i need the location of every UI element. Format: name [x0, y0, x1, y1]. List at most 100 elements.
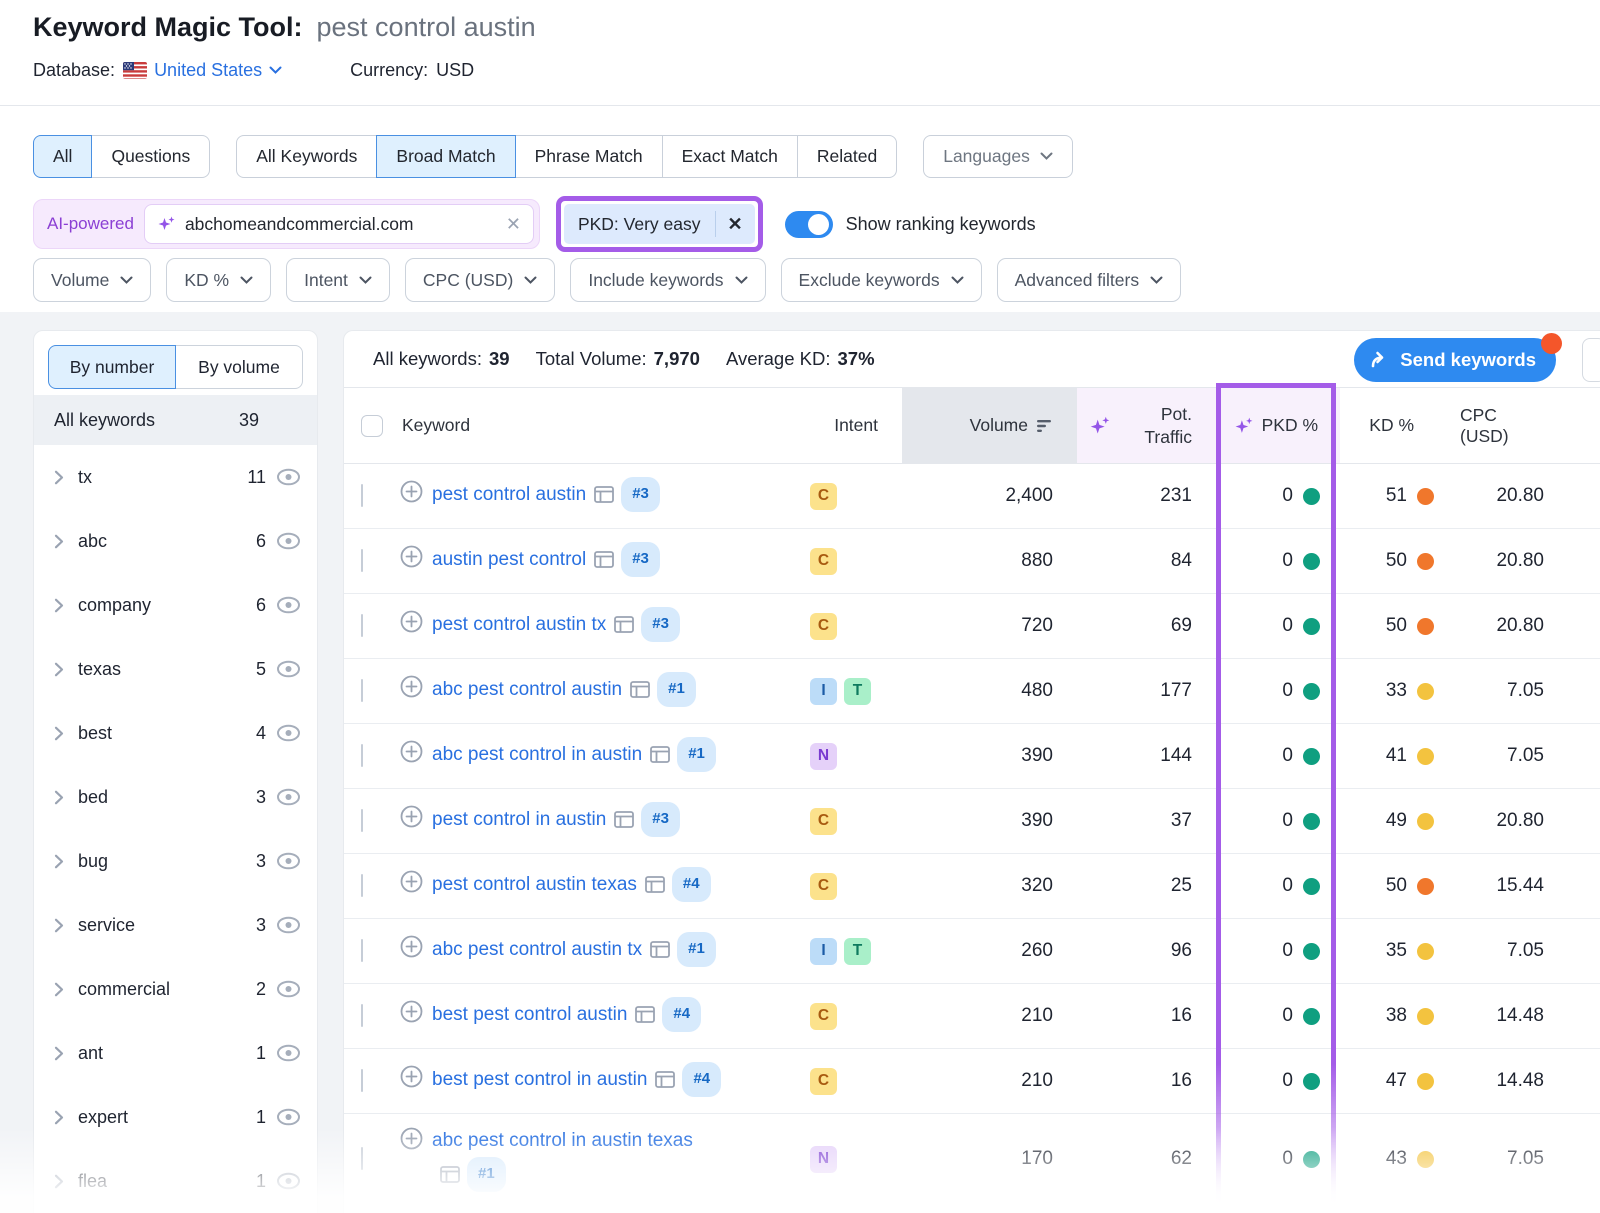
- eye-icon[interactable]: [276, 916, 301, 934]
- keyword-link[interactable]: pest control in austin: [432, 809, 606, 830]
- chevron-right-icon[interactable]: [54, 662, 64, 677]
- add-keyword-icon[interactable]: [400, 480, 423, 503]
- filter-include-keywords[interactable]: Include keywords: [570, 258, 765, 302]
- eye-icon[interactable]: [276, 724, 301, 742]
- ranking-position-badge[interactable]: #3: [641, 802, 680, 836]
- keyword-group-bug[interactable]: bug 3: [34, 829, 317, 893]
- add-keyword-icon[interactable]: [400, 935, 423, 958]
- show-ranking-keywords-toggle[interactable]: [785, 211, 833, 238]
- keyword-link[interactable]: best pest control in austin: [432, 1069, 647, 1090]
- serp-features-icon[interactable]: [635, 1001, 655, 1034]
- serp-features-icon[interactable]: [630, 676, 650, 709]
- domain-input[interactable]: abchomeandcommercial.com ✕: [144, 204, 534, 244]
- eye-icon[interactable]: [276, 788, 301, 806]
- keyword-group-commercial[interactable]: commercial 2: [34, 957, 317, 1021]
- send-keywords-button[interactable]: Send keywords: [1354, 338, 1556, 382]
- select-all-checkbox[interactable]: [361, 415, 383, 437]
- eye-icon[interactable]: [276, 980, 301, 998]
- ranking-position-badge[interactable]: #1: [467, 1157, 506, 1191]
- keyword-link[interactable]: abc pest control in austin texas: [432, 1130, 693, 1151]
- row-checkbox[interactable]: [361, 744, 363, 767]
- serp-features-icon[interactable]: [650, 936, 670, 969]
- column-header-pkd[interactable]: PKD %: [1222, 388, 1340, 463]
- column-header-cpc[interactable]: CPC (USD): [1460, 388, 1600, 463]
- chevron-right-icon[interactable]: [54, 854, 64, 869]
- keyword-group-flea[interactable]: flea 1: [34, 1149, 317, 1213]
- sort-by-volume-button[interactable]: By volume: [175, 345, 303, 389]
- filter-exclude-keywords[interactable]: Exclude keywords: [781, 258, 982, 302]
- row-checkbox[interactable]: [361, 874, 363, 897]
- keyword-group-ant[interactable]: ant 1: [34, 1021, 317, 1085]
- row-checkbox[interactable]: [361, 939, 363, 962]
- languages-dropdown[interactable]: Languages: [923, 135, 1073, 178]
- column-header-intent[interactable]: Intent: [802, 388, 902, 463]
- tab-related[interactable]: Related: [797, 135, 897, 178]
- eye-icon[interactable]: [276, 852, 301, 870]
- filter-intent[interactable]: Intent: [286, 258, 390, 302]
- eye-icon[interactable]: [276, 660, 301, 678]
- serp-features-icon[interactable]: [645, 871, 665, 904]
- serp-features-icon[interactable]: [655, 1066, 675, 1099]
- serp-features-icon[interactable]: [440, 1161, 460, 1194]
- add-keyword-icon[interactable]: [400, 610, 423, 633]
- keyword-group-best[interactable]: best 4: [34, 701, 317, 765]
- ranking-position-badge[interactable]: #3: [641, 607, 680, 641]
- eye-icon[interactable]: [276, 1044, 301, 1062]
- ranking-position-badge[interactable]: #3: [621, 542, 660, 576]
- more-actions-button[interactable]: [1582, 338, 1600, 382]
- add-keyword-icon[interactable]: [400, 805, 423, 828]
- ranking-position-badge[interactable]: #1: [677, 932, 716, 966]
- keyword-link[interactable]: abc pest control austin tx: [432, 939, 642, 960]
- keyword-link[interactable]: pest control austin texas: [432, 874, 637, 895]
- tab-broad-match[interactable]: Broad Match: [376, 135, 515, 178]
- chevron-right-icon[interactable]: [54, 534, 64, 549]
- filter-advanced-filters[interactable]: Advanced filters: [997, 258, 1182, 302]
- row-checkbox[interactable]: [361, 614, 363, 637]
- ranking-position-badge[interactable]: #4: [672, 867, 711, 901]
- add-keyword-icon[interactable]: [400, 545, 423, 568]
- eye-icon[interactable]: [276, 1108, 301, 1126]
- chevron-right-icon[interactable]: [54, 982, 64, 997]
- row-checkbox[interactable]: [361, 1147, 363, 1170]
- add-keyword-icon[interactable]: [400, 1065, 423, 1088]
- serp-features-icon[interactable]: [594, 481, 614, 514]
- chevron-right-icon[interactable]: [54, 1046, 64, 1061]
- serp-features-icon[interactable]: [594, 546, 614, 579]
- clear-domain-icon[interactable]: ✕: [506, 214, 521, 235]
- chevron-right-icon[interactable]: [54, 1110, 64, 1125]
- keyword-link[interactable]: pest control austin tx: [432, 614, 606, 635]
- keyword-link[interactable]: best pest control austin: [432, 1004, 627, 1025]
- chevron-right-icon[interactable]: [54, 1174, 64, 1189]
- remove-pkd-filter-icon[interactable]: ✕: [716, 214, 755, 235]
- add-keyword-icon[interactable]: [400, 1000, 423, 1023]
- sort-by-number-button[interactable]: By number: [48, 345, 176, 389]
- tab-exact-match[interactable]: Exact Match: [662, 135, 798, 178]
- row-checkbox[interactable]: [361, 809, 363, 832]
- keyword-group-tx[interactable]: tx 11: [34, 445, 317, 509]
- add-keyword-icon[interactable]: [400, 740, 423, 763]
- row-checkbox[interactable]: [361, 1069, 363, 1092]
- eye-icon[interactable]: [276, 532, 301, 550]
- filter-cpc-usd[interactable]: CPC (USD): [405, 258, 555, 302]
- eye-icon[interactable]: [276, 596, 301, 614]
- serp-features-icon[interactable]: [614, 806, 634, 839]
- chevron-right-icon[interactable]: [54, 918, 64, 933]
- keyword-group-bed[interactable]: bed 3: [34, 765, 317, 829]
- keyword-link[interactable]: austin pest control: [432, 549, 586, 570]
- filter-volume[interactable]: Volume: [33, 258, 151, 302]
- ranking-position-badge[interactable]: #3: [621, 477, 660, 511]
- ranking-position-badge[interactable]: #4: [682, 1062, 721, 1096]
- tab-all-keywords[interactable]: All Keywords: [236, 135, 377, 178]
- keyword-link[interactable]: pest control austin: [432, 484, 586, 505]
- column-header-volume[interactable]: Volume: [902, 388, 1077, 463]
- eye-icon[interactable]: [276, 1172, 301, 1190]
- database-selector[interactable]: United States: [123, 60, 282, 81]
- keyword-group-company[interactable]: company 6: [34, 573, 317, 637]
- add-keyword-icon[interactable]: [400, 1127, 423, 1150]
- column-header-pot-traffic[interactable]: Pot.Traffic: [1077, 388, 1222, 463]
- ranking-position-badge[interactable]: #4: [662, 997, 701, 1031]
- chevron-right-icon[interactable]: [54, 470, 64, 485]
- keyword-group-abc[interactable]: abc 6: [34, 509, 317, 573]
- tab-questions[interactable]: Questions: [91, 135, 210, 178]
- add-keyword-icon[interactable]: [400, 870, 423, 893]
